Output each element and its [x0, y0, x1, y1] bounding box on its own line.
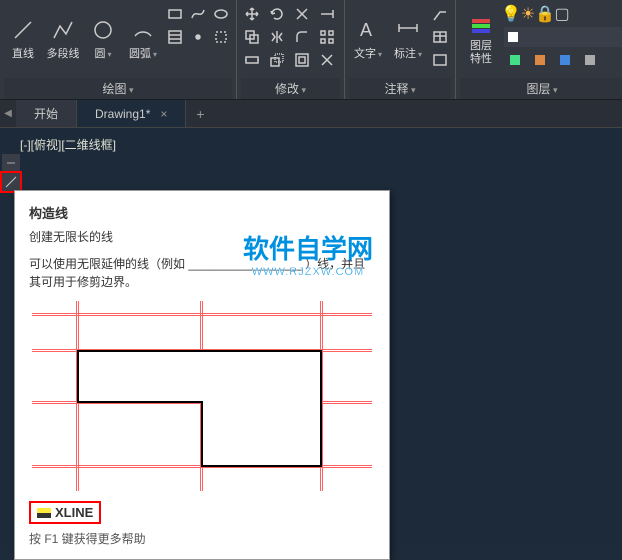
modify-grid: [241, 3, 340, 75]
move-icon[interactable]: [241, 3, 263, 25]
drawing-area[interactable]: [-][俯视][二维线框] 构造线 创建无限长的线 可以使用无限延伸的线（例如 …: [0, 128, 622, 551]
side-toolbar: [2, 154, 22, 191]
watermark: 软件自学网 WWW.RJZXW.COM: [243, 229, 373, 278]
layer-iso-icon[interactable]: [504, 49, 526, 71]
mirror-icon[interactable]: [266, 26, 288, 48]
watermark-url: WWW.RJZXW.COM: [243, 266, 373, 278]
panel-annotate: A 文字 标注 注释: [345, 0, 456, 99]
command-highlight: XLINE: [29, 501, 101, 524]
tooltip-help: 按 F1 键获得更多帮助: [29, 530, 375, 547]
lock-icon[interactable]: 🔒: [538, 7, 552, 21]
arc-label: 圆弧: [129, 45, 157, 61]
annotate-stack: [429, 3, 451, 75]
tab-add-button[interactable]: +: [186, 100, 214, 127]
command-icon: [37, 508, 51, 518]
panel-modify-label[interactable]: 修改: [241, 78, 340, 99]
extend-icon[interactable]: [316, 3, 338, 25]
layer-stack: 💡 ☀ 🔒 ▢: [504, 3, 622, 75]
layer-combo[interactable]: [504, 27, 622, 47]
lightbulb-icon[interactable]: 💡: [504, 7, 518, 21]
tooltip-title: 构造线: [29, 203, 375, 222]
panel-layers: 图层 特性 💡 ☀ 🔒 ▢: [456, 0, 622, 99]
circle-button[interactable]: 圆: [84, 3, 122, 75]
text-button[interactable]: A 文字: [349, 3, 387, 75]
tab-prev-icon[interactable]: ◀: [0, 100, 16, 127]
watermark-text: 软件自学网: [243, 229, 373, 266]
tooltip-panel: 构造线 创建无限长的线 可以使用无限延伸的线（例如 ______________…: [14, 190, 390, 560]
table-icon[interactable]: [429, 26, 451, 48]
array-icon[interactable]: [316, 26, 338, 48]
layer-off-icon[interactable]: [529, 49, 551, 71]
line-button[interactable]: 直线: [4, 3, 42, 75]
tooltip-illustration: [32, 301, 372, 491]
ribbon: 直线 多段线 圆 圆弧 绘图: [0, 0, 622, 100]
viewport-label[interactable]: [-][俯视][二维线框]: [20, 136, 116, 153]
panel-modify: 修改: [237, 0, 345, 99]
rotate-icon[interactable]: [266, 3, 288, 25]
offset-icon[interactable]: [291, 49, 313, 71]
tab-drawing1[interactable]: Drawing1* ×: [77, 100, 186, 127]
point-icon[interactable]: [187, 26, 209, 48]
stretch-icon[interactable]: [241, 49, 263, 71]
text-label: 文字: [354, 45, 382, 61]
explode-icon[interactable]: [316, 49, 338, 71]
hatch-icon[interactable]: [164, 26, 186, 48]
tab-start[interactable]: 开始: [16, 100, 77, 127]
panel-draw-label[interactable]: 绘图: [4, 78, 232, 99]
plot-icon[interactable]: ▢: [555, 7, 569, 21]
line-label: 直线: [12, 45, 34, 61]
sun-icon[interactable]: ☀: [521, 7, 535, 21]
draw-small-grid: [164, 3, 232, 75]
trim-icon[interactable]: [291, 3, 313, 25]
ellipse-icon[interactable]: [210, 3, 232, 25]
mtext-icon[interactable]: [429, 49, 451, 71]
dimension-label: 标注: [394, 45, 422, 61]
leader-icon[interactable]: [429, 3, 451, 25]
document-tabs: ◀ 开始 Drawing1* × +: [0, 100, 622, 128]
panel-draw: 直线 多段线 圆 圆弧 绘图: [0, 0, 237, 99]
layer-properties-label: 图层 特性: [470, 40, 492, 64]
region-icon[interactable]: [210, 26, 232, 48]
layer-properties-button[interactable]: 图层 特性: [460, 3, 502, 75]
polyline-label: 多段线: [47, 45, 80, 61]
arc-button[interactable]: 圆弧: [124, 3, 162, 75]
polyline-button[interactable]: 多段线: [44, 3, 82, 75]
scale-icon[interactable]: [266, 49, 288, 71]
svg-text:A: A: [360, 20, 372, 40]
spline-icon[interactable]: [187, 3, 209, 25]
command-name: XLINE: [55, 505, 93, 520]
layer-lock-tool-icon[interactable]: [579, 49, 601, 71]
dimension-button[interactable]: 标注: [389, 3, 427, 75]
copy-icon[interactable]: [241, 26, 263, 48]
fillet-icon[interactable]: [291, 26, 313, 48]
panel-annotate-label[interactable]: 注释: [349, 78, 451, 99]
layer-freeze-icon[interactable]: [554, 49, 576, 71]
rectangle-icon[interactable]: [164, 3, 186, 25]
xline-tool-button[interactable]: [2, 173, 20, 191]
close-icon[interactable]: ×: [160, 107, 167, 121]
circle-label: 圆: [94, 45, 111, 61]
panel-layers-label[interactable]: 图层: [460, 78, 622, 99]
layer-color-swatch: [508, 32, 518, 42]
nav-dash-icon[interactable]: [2, 154, 20, 172]
